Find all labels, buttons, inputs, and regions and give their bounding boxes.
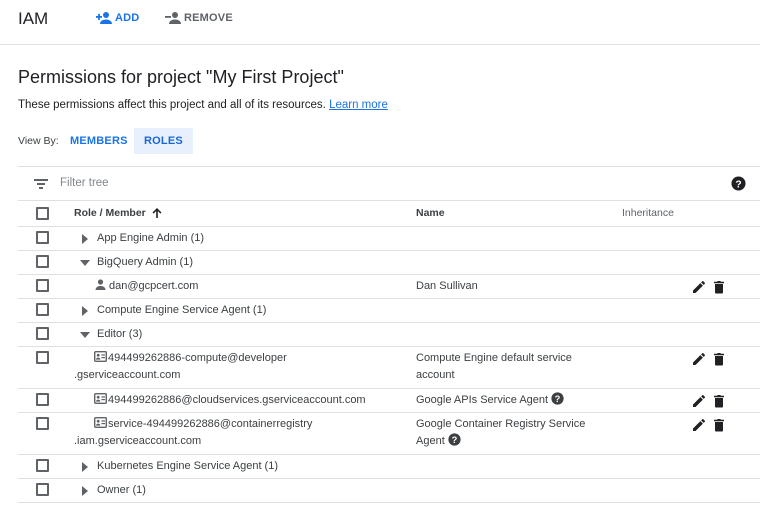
table-header: Role / Member Name Inheritance	[18, 201, 760, 227]
service-account-icon	[94, 393, 107, 404]
add-label: ADD	[115, 12, 140, 24]
help-icon[interactable]: ?	[551, 392, 564, 405]
member-cell: 494499262886-compute@developer	[94, 351, 287, 364]
help-icon[interactable]: ?	[731, 176, 746, 191]
person-add-icon	[96, 12, 112, 24]
help-icon[interactable]: ?	[448, 433, 461, 446]
svg-text:?: ?	[735, 179, 741, 190]
edit-icon[interactable]	[692, 280, 706, 294]
remove-button[interactable]: REMOVE	[165, 10, 233, 26]
row-checkbox[interactable]	[36, 255, 49, 268]
member-name-line2: account	[416, 369, 455, 381]
row-checkbox[interactable]	[36, 483, 49, 496]
expand-arrow-icon[interactable]	[82, 234, 88, 244]
member-email: dan@gcpcert.com	[109, 280, 199, 292]
table-row: dan@gcpcert.com Dan Sullivan	[18, 275, 760, 299]
select-all-checkbox[interactable]	[36, 207, 49, 220]
delete-icon[interactable]	[712, 418, 726, 432]
filter-input[interactable]: Filter tree	[60, 177, 109, 189]
table-row: 494499262886-compute@developer .gservice…	[18, 347, 760, 389]
role-label: BigQuery Admin (1)	[97, 256, 193, 268]
row-checkbox[interactable]	[36, 279, 49, 292]
table-row: Editor (3)	[18, 323, 760, 347]
delete-icon[interactable]	[712, 352, 726, 366]
view-by-label: View By:	[18, 135, 59, 147]
learn-more-link[interactable]: Learn more	[329, 99, 388, 111]
member-name: Google APIs Service Agent ?	[416, 392, 564, 409]
table-row: 494499262886@cloudservices.gserviceaccou…	[18, 389, 760, 413]
edit-icon[interactable]	[692, 418, 706, 432]
table-row: App Engine Admin (1)	[18, 227, 760, 251]
table-row: Owner (1)	[18, 479, 760, 503]
remove-label: REMOVE	[184, 12, 233, 24]
member-cell: dan@gcpcert.com	[94, 277, 198, 295]
delete-icon[interactable]	[712, 394, 726, 408]
app-title: IAM	[18, 9, 49, 28]
description-text: These permissions affect this project an…	[18, 99, 326, 111]
table-row: Kubernetes Engine Service Agent (1)	[18, 455, 760, 479]
person-remove-icon	[165, 12, 181, 24]
member-name-line1: Google Container Registry Service	[416, 418, 586, 430]
row-checkbox[interactable]	[36, 393, 49, 406]
top-bar: IAM ADD REMOVE	[0, 0, 760, 45]
service-account-icon	[94, 351, 107, 362]
edit-icon[interactable]	[692, 352, 706, 366]
filter-list-icon[interactable]	[34, 178, 48, 190]
member-email-line1: service-494499262886@containerregistry	[108, 418, 313, 430]
member-cell: service-494499262886@containerregistry	[94, 417, 312, 430]
tab-roles[interactable]: ROLES	[134, 128, 193, 154]
page-description: These permissions affect this project an…	[18, 99, 388, 111]
svg-text:?: ?	[555, 394, 561, 404]
member-email-line2: .gserviceaccount.com	[74, 369, 181, 381]
member-email-line2: .iam.gserviceaccount.com	[74, 435, 202, 447]
row-checkbox[interactable]	[36, 327, 49, 340]
table-row: BigQuery Admin (1)	[18, 251, 760, 275]
table-row: service-494499262886@containerregistry .…	[18, 413, 760, 455]
column-header-role-member[interactable]: Role / Member	[74, 207, 163, 219]
row-checkbox[interactable]	[36, 351, 49, 364]
row-checkbox[interactable]	[36, 459, 49, 472]
member-email-line1: 494499262886-compute@developer	[108, 352, 287, 364]
expand-arrow-icon[interactable]	[82, 462, 88, 472]
member-email: 494499262886@cloudservices.gserviceaccou…	[108, 394, 366, 406]
role-label: Kubernetes Engine Service Agent (1)	[97, 460, 279, 472]
svg-text:?: ?	[451, 435, 457, 445]
member-name-line2: Agent	[416, 435, 445, 447]
edit-icon[interactable]	[692, 394, 706, 408]
person-icon	[95, 279, 106, 290]
role-label: Compute Engine Service Agent (1)	[97, 304, 267, 316]
role-label: App Engine Admin (1)	[97, 232, 205, 244]
add-button[interactable]: ADD	[96, 10, 139, 26]
collapse-arrow-icon[interactable]	[80, 332, 90, 338]
member-name: Dan Sullivan	[416, 280, 478, 292]
member-cell: 494499262886@cloudservices.gserviceaccou…	[94, 393, 366, 406]
row-checkbox[interactable]	[36, 231, 49, 244]
delete-icon[interactable]	[712, 280, 726, 294]
row-checkbox[interactable]	[36, 417, 49, 430]
tab-members[interactable]: MEMBERS	[60, 128, 138, 154]
member-name: Google Container Registry Service Agent …	[416, 416, 585, 450]
service-account-icon	[94, 417, 107, 428]
member-name: Compute Engine default service account	[416, 350, 572, 384]
arrow-up-icon	[152, 208, 162, 218]
collapse-arrow-icon[interactable]	[80, 260, 90, 266]
role-label: Editor (3)	[97, 328, 143, 340]
expand-arrow-icon[interactable]	[82, 486, 88, 496]
column-header-name[interactable]: Name	[416, 207, 445, 219]
member-name-text: Google APIs Service Agent	[416, 394, 549, 406]
expand-arrow-icon[interactable]	[82, 306, 88, 316]
role-label: Owner (1)	[97, 484, 146, 496]
member-name-line1: Compute Engine default service	[416, 352, 572, 364]
column-header-inheritance: Inheritance	[622, 207, 674, 219]
role-member-header-label: Role / Member	[74, 207, 146, 219]
filter-bar: Filter tree ?	[18, 166, 760, 201]
page-title: Permissions for project "My First Projec…	[18, 67, 344, 87]
table-row: Compute Engine Service Agent (1)	[18, 299, 760, 323]
row-checkbox[interactable]	[36, 303, 49, 316]
